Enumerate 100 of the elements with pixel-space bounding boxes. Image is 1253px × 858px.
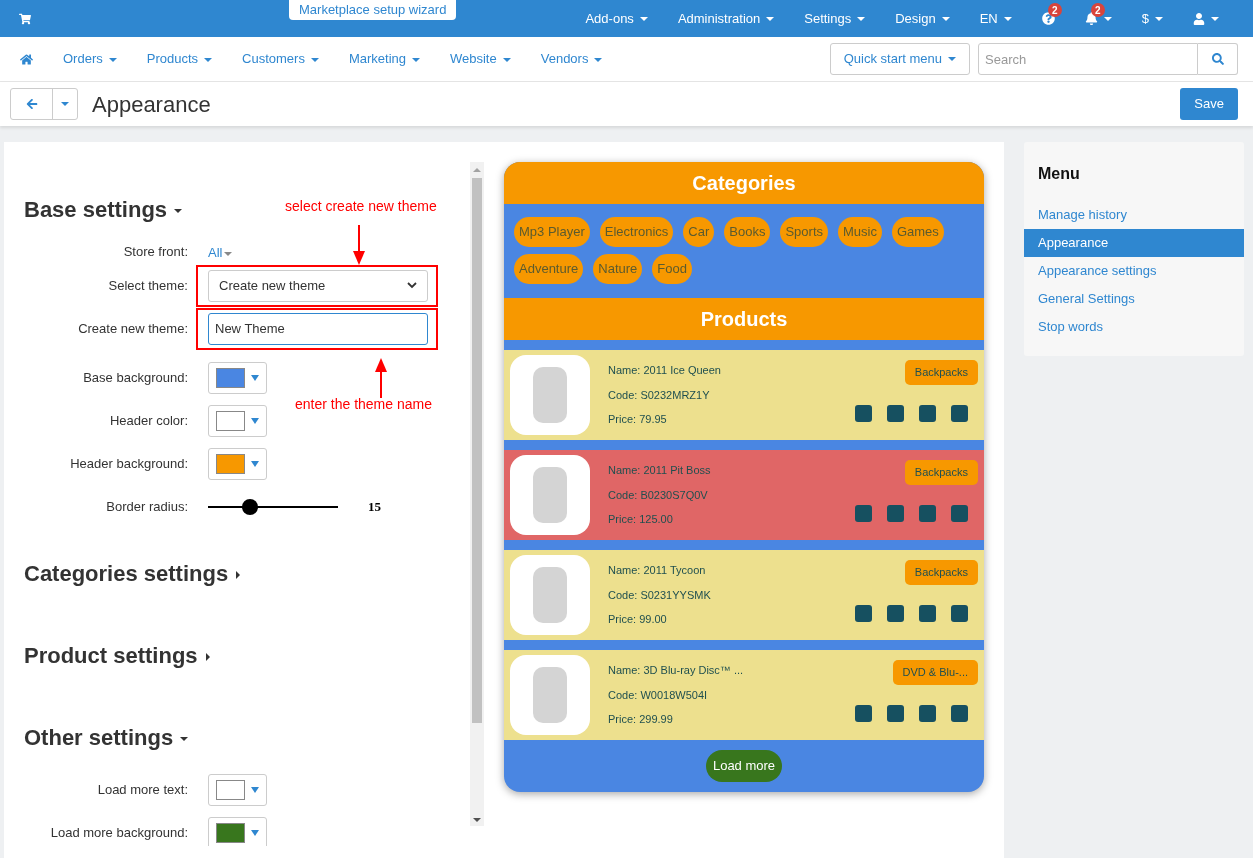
caret-icon: [941, 17, 950, 22]
caret-icon: [204, 57, 213, 62]
action-square[interactable]: [855, 505, 872, 522]
search-icon: [1211, 53, 1224, 65]
product-price: Price: 125.00: [608, 512, 674, 528]
bell-icon[interactable]: [1084, 12, 1098, 25]
product-row[interactable]: Name: 2011 Tycoon Code: S0231YYSMK Price: 99.00 Backpacks: [504, 550, 984, 640]
nav-item[interactable]: Orders: [63, 49, 117, 69]
annotation-arrow: [375, 358, 387, 398]
action-square[interactable]: [919, 705, 936, 722]
section-heading[interactable]: Base settings: [24, 192, 168, 226]
field-label: Base background:: [82, 368, 188, 387]
color-picker[interactable]: [208, 447, 267, 480]
caret-icon: [1211, 16, 1219, 21]
caret-icon: [251, 460, 259, 467]
category-pill[interactable]: Car: [683, 217, 715, 247]
caret-icon: [766, 17, 775, 22]
menu-item[interactable]: Stop words: [1024, 313, 1244, 341]
category-pill[interactable]: Mp3 Player: [514, 217, 590, 247]
color-picker[interactable]: [208, 404, 267, 437]
action-square[interactable]: [887, 605, 904, 622]
category-pill[interactable]: Electronics: [599, 217, 674, 247]
product-row[interactable]: Name: 3D Blu-ray Disc™ ... Code: W0018W504I Price: 299.99 DVD & Blu-...: [504, 650, 984, 740]
menu-item[interactable]: General Settings: [1024, 285, 1244, 313]
caret-icon: [310, 57, 319, 62]
product-code: Code: S0231YYSMK: [608, 587, 711, 603]
nav-item[interactable]: Products: [146, 49, 213, 69]
storefront-dropdown[interactable]: All: [208, 245, 233, 260]
top-menu-item[interactable]: EN: [979, 8, 1012, 29]
product-row[interactable]: Name: 2011 Pit Boss Code: B0230S7Q0V Price: 125.00 Backpacks: [504, 450, 984, 540]
cart-icon[interactable]: [19, 12, 31, 25]
caret-icon: [857, 17, 866, 22]
save-button[interactable]: Save: [1180, 88, 1238, 120]
category-pill[interactable]: Music: [838, 217, 882, 247]
action-square[interactable]: [951, 505, 968, 522]
search-button[interactable]: [1198, 43, 1238, 75]
color-picker[interactable]: [208, 816, 267, 846]
chevron-down-icon: [407, 282, 417, 289]
notification-badge: 2: [1047, 3, 1062, 17]
nav-item[interactable]: Marketing: [348, 49, 420, 69]
caret-icon: [108, 57, 117, 62]
nav-item[interactable]: Customers: [242, 49, 319, 69]
caret-icon: [61, 102, 69, 106]
category-pill[interactable]: Adventure: [514, 254, 584, 284]
section-heading[interactable]: Product settings: [24, 638, 198, 672]
arrow-left-icon: [25, 98, 38, 110]
wizard-button[interactable]: Marketplace setup wizard: [289, 0, 457, 20]
slider-thumb[interactable]: [241, 498, 258, 515]
products-header: Products: [504, 298, 984, 340]
action-square[interactable]: [855, 405, 872, 422]
section-heading[interactable]: Categories settings: [24, 556, 229, 590]
product-name: Name: 2011 Tycoon: [608, 563, 707, 579]
nav-item[interactable]: Vendors: [540, 49, 603, 69]
action-square[interactable]: [919, 605, 936, 622]
menu-item[interactable]: Appearance: [1024, 229, 1244, 257]
category-pill[interactable]: Games: [891, 217, 944, 247]
action-square[interactable]: [919, 505, 936, 522]
category-tag: Backpacks: [904, 560, 978, 585]
top-menu-item[interactable]: Administration: [677, 8, 775, 29]
caret-icon: [948, 57, 956, 61]
action-square[interactable]: [951, 405, 968, 422]
action-square[interactable]: [919, 405, 936, 422]
category-pill[interactable]: Sports: [780, 217, 828, 247]
quick-start-button[interactable]: Quick start menu: [829, 43, 970, 75]
action-square[interactable]: [855, 605, 872, 622]
theme-select[interactable]: Create new theme: [208, 269, 428, 302]
product-row[interactable]: Name: 2011 Ice Queen Code: S0232MRZ1Y Price: 79.95 Backpacks: [504, 350, 984, 440]
color-picker[interactable]: [208, 361, 267, 394]
category-pill[interactable]: Books: [724, 217, 771, 247]
category-tag: Backpacks: [904, 460, 978, 485]
menu-item[interactable]: Appearance settings: [1024, 257, 1244, 285]
action-square[interactable]: [887, 505, 904, 522]
top-menu-item[interactable]: Add-ons: [585, 8, 648, 29]
section-heading[interactable]: Other settings: [24, 720, 174, 754]
category-pill[interactable]: Food: [652, 254, 692, 284]
home-icon[interactable]: [20, 52, 33, 66]
theme-name-input[interactable]: New Theme: [208, 312, 428, 345]
menu-item[interactable]: Manage history: [1024, 201, 1244, 229]
action-square[interactable]: [887, 705, 904, 722]
load-more-button[interactable]: Load more: [705, 750, 783, 782]
slider-track[interactable]: [208, 498, 338, 515]
nav-item[interactable]: Website: [450, 49, 511, 69]
top-menu-item[interactable]: Design: [895, 8, 950, 29]
action-square[interactable]: [887, 405, 904, 422]
categories-header: Categories: [504, 162, 984, 204]
search-field[interactable]: Search: [978, 43, 1198, 75]
top-menu-item[interactable]: Settings: [804, 8, 866, 29]
action-square[interactable]: [951, 705, 968, 722]
product-price: Price: 299.99: [608, 712, 674, 728]
field-label: Store front:: [122, 243, 188, 262]
user-icon[interactable]: [1193, 12, 1205, 25]
action-square[interactable]: [951, 605, 968, 622]
category-pill[interactable]: Nature: [593, 254, 643, 284]
annotation-text: select create new theme: [285, 197, 437, 216]
top-menu-item[interactable]: $: [1141, 8, 1163, 29]
action-square[interactable]: [855, 705, 872, 722]
scrollbar[interactable]: [470, 162, 484, 826]
color-picker[interactable]: [208, 773, 267, 806]
caret-icon: [251, 374, 259, 381]
product-name: Name: 3D Blu-ray Disc™ ...: [608, 663, 744, 679]
